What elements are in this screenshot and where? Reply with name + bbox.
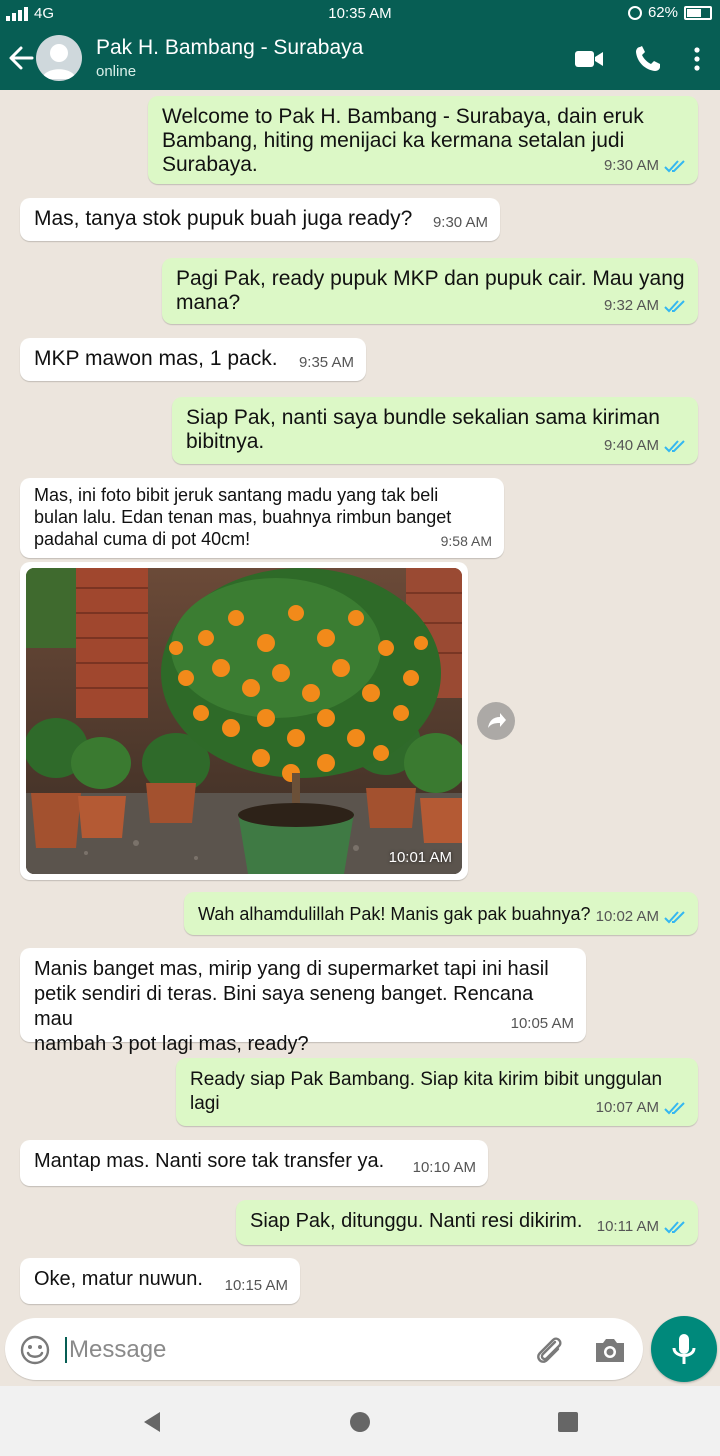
contact-name[interactable]: Pak H. Bambang - Surabaya: [96, 36, 363, 60]
message-text: Mas, tanya stok pupuk buah juga ready?: [34, 207, 413, 230]
message-bubble-in[interactable]: Manis banget mas, mirip yang di supermar…: [20, 948, 586, 1055]
message-time: 9:58 AM: [440, 533, 492, 549]
message-bubble-out[interactable]: Siap Pak, nanti saya bundle sekalian sam…: [172, 397, 698, 464]
message-text: Mas, ini foto bibit jeruk santang madu y…: [34, 485, 452, 549]
double-check-icon: [664, 1102, 685, 1115]
double-check-icon: [664, 911, 685, 924]
message-time: 9:40 AM: [603, 437, 659, 454]
video-call-icon[interactable]: [574, 44, 604, 74]
message-time: 9:30 AM: [432, 214, 488, 231]
message-text: Mantap mas. Nanti sore tak transfer ya.: [34, 1150, 385, 1172]
forward-button[interactable]: [477, 702, 515, 740]
nav-recents-icon[interactable]: [556, 1410, 580, 1434]
message-bubble-in[interactable]: Mas, ini foto bibit jeruk santang madu y…: [20, 478, 504, 558]
double-check-icon: [664, 1221, 685, 1234]
contact-status: online: [96, 63, 137, 80]
avatar[interactable]: [36, 35, 82, 81]
data-saver-icon: [627, 5, 642, 20]
mic-icon: [672, 1334, 696, 1364]
message-bubble-in[interactable]: Mas, tanya stok pupuk buah juga ready? 9…: [20, 198, 500, 241]
message-time: 9:35 AM: [298, 354, 354, 371]
status-bar: 4G 10:35 AM 62%: [0, 0, 720, 28]
message-bubble-out[interactable]: Siap Pak, ditunggu. Nanti resi dikirim. …: [236, 1200, 698, 1245]
message-placeholder: Message: [69, 1336, 167, 1363]
camera-icon[interactable]: [593, 1334, 627, 1366]
input-bar: Message: [0, 1312, 720, 1386]
system-nav-bar: [0, 1386, 720, 1456]
paperclip-icon[interactable]: [531, 1332, 567, 1368]
message-time: 10:10 AM: [412, 1159, 476, 1176]
forward-icon: [488, 713, 506, 728]
double-check-icon: [664, 300, 685, 313]
message-bubble-out[interactable]: Welcome to Pak H. Bambang - Surabaya, da…: [148, 96, 698, 184]
nav-home-icon[interactable]: [348, 1410, 372, 1434]
message-text: Manis banget mas, mirip yang di supermar…: [34, 958, 549, 1055]
phone-icon[interactable]: [634, 44, 662, 74]
message-time: 9:30 AM: [603, 157, 659, 174]
mic-button[interactable]: [651, 1316, 717, 1382]
chat-area[interactable]: Welcome to Pak H. Bambang - Surabaya, da…: [0, 90, 720, 1312]
image-message[interactable]: 10:01 AM: [20, 562, 468, 880]
status-time: 10:35 AM: [328, 5, 392, 22]
message-bubble-in[interactable]: Oke, matur nuwun. 10:15 AM: [20, 1258, 300, 1304]
message-time: 10:01 AM: [388, 849, 452, 866]
double-check-icon: [664, 440, 685, 453]
message-time: 10:02 AM: [595, 908, 659, 925]
text-caret: [65, 1337, 67, 1363]
battery-percent: 62%: [647, 4, 678, 21]
nav-back-icon[interactable]: [140, 1410, 164, 1434]
chat-header: Pak H. Bambang - Surabaya online: [0, 28, 720, 90]
message-bubble-in[interactable]: MKP mawon mas, 1 pack. 9:35 AM: [20, 338, 366, 381]
back-arrow-icon[interactable]: [8, 43, 34, 73]
message-bubble-out[interactable]: Wah alhamdulillah Pak! Manis gak pak bua…: [184, 892, 698, 935]
message-bubble-in[interactable]: Mantap mas. Nanti sore tak transfer ya. …: [20, 1140, 488, 1186]
message-time: 10:05 AM: [510, 1015, 574, 1032]
battery-icon: [684, 5, 712, 20]
orange-tree-photo[interactable]: 10:01 AM: [26, 568, 462, 874]
message-input[interactable]: Message: [5, 1318, 643, 1380]
message-time: 10:11 AM: [596, 1218, 659, 1235]
double-check-icon: [664, 160, 685, 173]
emoji-icon[interactable]: [19, 1334, 51, 1366]
message-bubble-out[interactable]: Ready siap Pak Bambang. Siap kita kirim …: [176, 1058, 698, 1126]
message-time: 10:15 AM: [224, 1277, 288, 1294]
more-vert-icon[interactable]: [688, 44, 706, 74]
message-bubble-out[interactable]: Pagi Pak, ready pupuk MKP dan pupuk cair…: [162, 258, 698, 324]
message-time: 9:32 AM: [603, 297, 659, 314]
message-time: 10:07 AM: [595, 1099, 659, 1116]
